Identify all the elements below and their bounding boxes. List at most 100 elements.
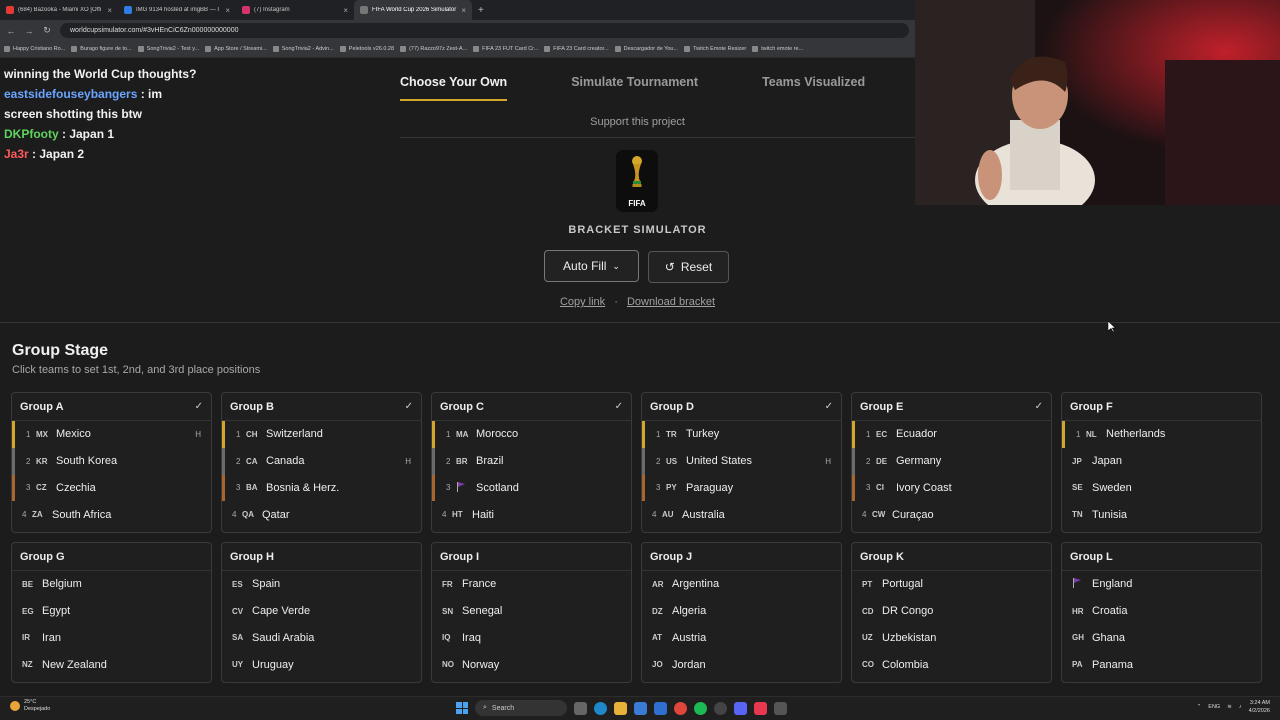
team-row[interactable]: IQ Iraq (432, 625, 631, 652)
copy-link[interactable]: Copy link (560, 296, 605, 308)
team-row[interactable]: SN Senegal (432, 598, 631, 625)
music-icon[interactable] (754, 701, 767, 715)
wifi-icon[interactable]: ≋ (1227, 704, 1232, 710)
new-tab-icon[interactable]: + (472, 5, 490, 16)
browser-tab[interactable]: FIFA World Cup 2026 Simulator × (354, 0, 472, 20)
obs-icon[interactable] (714, 701, 727, 715)
bookmark-item[interactable]: twitch emote re... (752, 46, 803, 52)
team-row[interactable]: PT Portugal (852, 571, 1051, 598)
reset-button[interactable]: ↺ Reset (648, 251, 729, 283)
team-row[interactable]: 1 NL Netherlands (1062, 421, 1261, 448)
team-row[interactable]: AT Austria (642, 625, 841, 652)
team-row[interactable]: England (1062, 571, 1261, 598)
team-row[interactable]: 1 CH Switzerland (222, 421, 421, 448)
team-row[interactable]: HR Croatia (1062, 598, 1261, 625)
language-indicator[interactable]: ENG (1208, 704, 1220, 710)
mail-icon[interactable] (654, 701, 667, 715)
reload-icon[interactable]: ↻ (42, 25, 52, 36)
team-row[interactable]: 4 QA Qatar (222, 501, 421, 528)
nav-tab-simulate-tournament[interactable]: Simulate Tournament (571, 75, 698, 101)
nav-tab-choose-your-own[interactable]: Choose Your Own (400, 75, 508, 101)
team-row[interactable]: EG Egypt (12, 598, 211, 625)
forward-icon[interactable]: → (24, 26, 34, 36)
team-row[interactable]: CO Colombia (852, 651, 1051, 678)
clock[interactable]: 3:24 AM 4/2/2026 (1249, 699, 1270, 715)
team-row[interactable]: SA Saudi Arabia (222, 625, 421, 652)
team-row[interactable]: 3 BA Bosnia & Herz. (222, 474, 421, 502)
team-row[interactable]: 1 TR Turkey (642, 421, 841, 448)
team-row[interactable]: 3 CZ Czechia (12, 474, 211, 502)
chrome-icon[interactable] (674, 701, 687, 715)
team-row[interactable]: NO Norway (432, 651, 631, 678)
bookmark-item[interactable]: SongTrivia2 - Advin... (272, 46, 334, 52)
team-row[interactable]: GH Ghana (1062, 625, 1261, 652)
team-row[interactable]: ES Spain (222, 571, 421, 598)
team-row[interactable]: AR Argentina (642, 571, 841, 598)
store-icon[interactable] (634, 701, 647, 715)
team-row[interactable]: JO Jordan (642, 651, 841, 678)
team-row[interactable]: 3 CI Ivory Coast (852, 474, 1051, 502)
team-row[interactable]: 2 CA Canada H (222, 447, 421, 475)
bookmark-item[interactable]: App Store / Streami... (205, 46, 267, 52)
team-row[interactable]: BE Belgium (12, 571, 211, 598)
auto-fill-button[interactable]: Auto Fill ⌄ (544, 250, 639, 282)
team-row[interactable]: UZ Uzbekistan (852, 625, 1051, 652)
nav-tab-teams-visualized[interactable]: Teams Visualized (762, 75, 865, 101)
bookmark-item[interactable]: Burago figure de to... (71, 46, 132, 52)
back-icon[interactable]: ← (6, 26, 16, 36)
edge-icon[interactable] (594, 701, 607, 715)
team-row[interactable]: UY Uruguay (222, 651, 421, 678)
download-bracket-link[interactable]: Download bracket (627, 296, 715, 308)
spotify-icon[interactable] (694, 701, 707, 715)
url-field[interactable]: worldcupsimulator.com/#3vHEnCiC6Zn000000… (60, 23, 909, 38)
bookmark-item[interactable]: FIFA 23 FUT Card Cr... (473, 46, 538, 52)
team-row[interactable]: 1 MA Morocco (432, 421, 631, 448)
team-row[interactable]: PA Panama (1062, 651, 1261, 678)
close-icon[interactable]: × (461, 6, 466, 15)
team-row[interactable]: 3 PY Paraguay (642, 474, 841, 502)
bookmark-item[interactable]: FIFA 23 Card creator... (544, 46, 609, 52)
discord-icon[interactable] (734, 701, 747, 715)
bookmark-item[interactable]: SongTrivia2 - Test y... (137, 46, 199, 52)
team-row[interactable]: FR France (432, 571, 631, 598)
calculator-icon[interactable] (774, 701, 787, 715)
bookmark-item[interactable]: Peletools v26.0.28 (339, 46, 394, 52)
team-row[interactable]: 2 DE Germany (852, 447, 1051, 475)
team-row[interactable]: CD DR Congo (852, 598, 1051, 625)
team-row[interactable]: TN Tunisia (1062, 501, 1261, 528)
team-row[interactable]: 4 AU Australia (642, 501, 841, 528)
team-row[interactable]: IR Iran (12, 625, 211, 652)
weather-widget[interactable]: 25°C Despejado (10, 699, 50, 713)
team-row[interactable]: 4 CW Curaçao (852, 501, 1051, 528)
file-explorer-icon[interactable] (614, 701, 627, 715)
bookmark-item[interactable]: (77) Razzo97z Zest-A... (400, 46, 467, 52)
support-link[interactable]: Support this project (560, 116, 715, 128)
team-row[interactable]: DZ Algeria (642, 598, 841, 625)
team-row[interactable]: 2 US United States H (642, 447, 841, 475)
team-row[interactable]: 3 Scotland (432, 474, 631, 502)
team-row[interactable]: 2 KR South Korea (12, 447, 211, 475)
team-row[interactable]: 4 ZA South Africa (12, 501, 211, 528)
team-row[interactable]: JP Japan (1062, 448, 1261, 475)
browser-tab[interactable]: IMG 9134 hosted at imgBB — I × (118, 0, 236, 20)
taskview-icon[interactable] (574, 701, 587, 715)
team-row[interactable]: 1 EC Ecuador (852, 421, 1051, 448)
close-icon[interactable]: × (343, 6, 348, 15)
bookmark-item[interactable]: Descargador de You... (614, 46, 678, 52)
bookmark-item[interactable]: Happy Cristiano Ro... (4, 46, 65, 52)
bookmark-item[interactable]: Twitch Emote Resizer (684, 46, 746, 52)
team-row[interactable]: 1 MX Mexico H (12, 421, 211, 448)
browser-tab[interactable]: (7) Instagram × (236, 0, 354, 20)
chevron-up-icon[interactable]: ⌃ (1197, 704, 1202, 710)
close-icon[interactable]: × (225, 6, 230, 15)
browser-tab[interactable]: (684) Bazooka - Miami XO [Offi × (0, 0, 118, 20)
volume-icon[interactable]: ♪ (1239, 704, 1242, 710)
taskbar-search[interactable]: ⌕ Search (475, 700, 567, 716)
team-row[interactable]: CV Cape Verde (222, 598, 421, 625)
windows-start-icon[interactable] (456, 702, 468, 714)
team-row[interactable]: NZ New Zealand (12, 651, 211, 678)
team-row[interactable]: 2 BR Brazil (432, 447, 631, 475)
team-row[interactable]: SE Sweden (1062, 475, 1261, 502)
close-icon[interactable]: × (107, 6, 112, 15)
team-row[interactable]: 4 HT Haiti (432, 501, 631, 528)
